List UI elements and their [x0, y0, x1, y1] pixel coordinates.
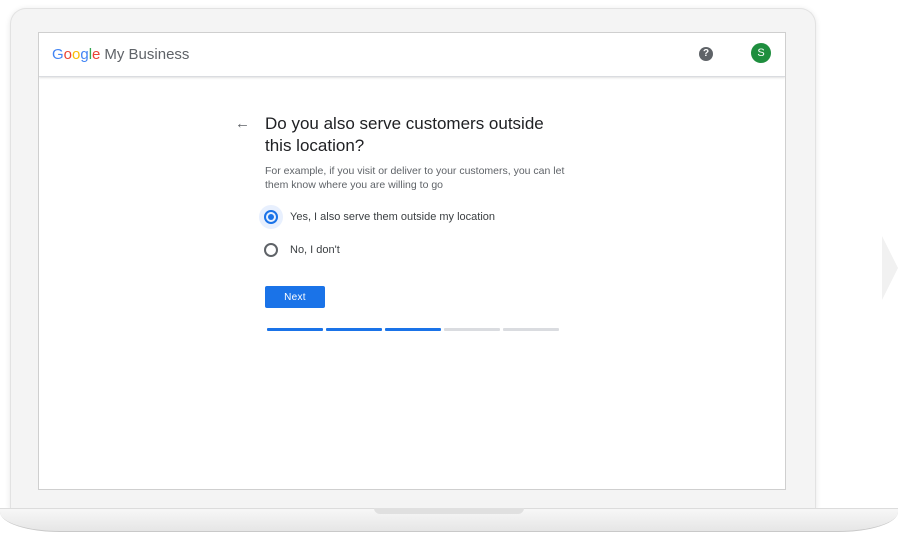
- product-name: My Business: [104, 46, 190, 63]
- next-button[interactable]: Next: [265, 286, 325, 308]
- help-icon[interactable]: ?: [699, 47, 713, 61]
- progress-segment: [326, 328, 382, 331]
- radio-wrap: [259, 238, 283, 262]
- progress-segment: [503, 328, 559, 331]
- question-heading: Do you also serve customers outside this…: [265, 114, 544, 155]
- laptop-base-notch: [374, 508, 524, 514]
- radio-button-checked[interactable]: [264, 210, 278, 224]
- browser-screen: Google My Business ? S ← Do you also serv…: [38, 32, 786, 490]
- progress-segment: [444, 328, 500, 331]
- helper-text: For example, if you visit or deliver to …: [265, 165, 565, 191]
- option-yes-label: Yes, I also serve them outside my locati…: [290, 211, 496, 223]
- account-avatar[interactable]: S: [751, 43, 771, 63]
- option-no[interactable]: No, I don't: [259, 238, 340, 262]
- logo-letter: o: [63, 46, 73, 63]
- radio-button-unchecked[interactable]: [264, 243, 278, 257]
- side-arrow-decoration: [882, 236, 898, 300]
- progress-segment: [267, 328, 323, 331]
- logo-letter: G: [52, 46, 64, 63]
- arrow-left-icon[interactable]: ←: [235, 115, 250, 132]
- step-progress: [267, 328, 559, 331]
- progress-segment: [385, 328, 441, 331]
- radio-focus-ring: [259, 205, 283, 229]
- logo-letter: g: [80, 46, 89, 63]
- google-my-business-logo[interactable]: Google My Business: [52, 46, 189, 63]
- app-bar: Google My Business ? S: [39, 33, 785, 77]
- option-no-label: No, I don't: [290, 244, 340, 256]
- option-yes[interactable]: Yes, I also serve them outside my locati…: [259, 205, 495, 229]
- logo-letter: e: [92, 46, 101, 63]
